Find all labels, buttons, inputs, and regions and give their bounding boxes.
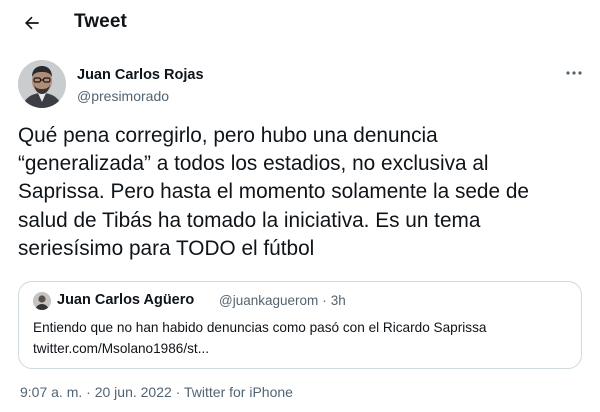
quote-text: Entiendo que no han habido denuncias com… [33,318,569,359]
tweet-source[interactable]: Twitter for iPhone [184,384,293,400]
quote-separator: · [322,293,327,308]
tweet-text: Qué pena corregirlo, pero hubo una denun… [18,124,529,260]
quote-link-text: twitter.com/Msolano1986/st... [33,340,210,356]
more-horizontal-icon [566,71,582,75]
tweet-author: Juan Carlos Rojas @presimorado [18,60,588,112]
quote-text-line: Entiendo que no han habido denuncias com… [33,320,487,335]
author-name[interactable]: Juan Carlos Rojas [77,67,204,83]
quote-tweet-card[interactable]: Juan Carlos Agüero @juankaguerom · 3h Enti… [18,281,582,369]
quote-time: 3h [330,293,346,308]
tweet-time[interactable]: 9:07 a. m. [20,384,82,400]
page-title: Tweet [74,11,127,32]
quote-profile-photo [33,292,51,310]
more-options-button[interactable] [563,64,585,82]
author-handle[interactable]: @presimorado [77,88,169,104]
quote-author-name: Juan Carlos Agüero [57,292,195,308]
quote-meta: @juankaguerom · 3h [219,293,346,308]
avatar[interactable] [18,60,66,108]
timestamp-separator: · [86,384,91,400]
profile-photo [18,60,66,108]
tweet-date[interactable]: 20 jun. 2022 [95,384,172,400]
timestamp-separator: · [175,384,181,400]
page-header: Tweet [0,0,600,44]
back-button[interactable] [22,13,42,33]
quote-avatar [33,292,51,310]
arrow-left-icon [24,16,39,30]
quote-author-handle: @juankaguerom [219,293,319,308]
tweet-timestamp: 9:07 a. m. · 20 jun. 2022 · Twitter for … [20,384,293,400]
